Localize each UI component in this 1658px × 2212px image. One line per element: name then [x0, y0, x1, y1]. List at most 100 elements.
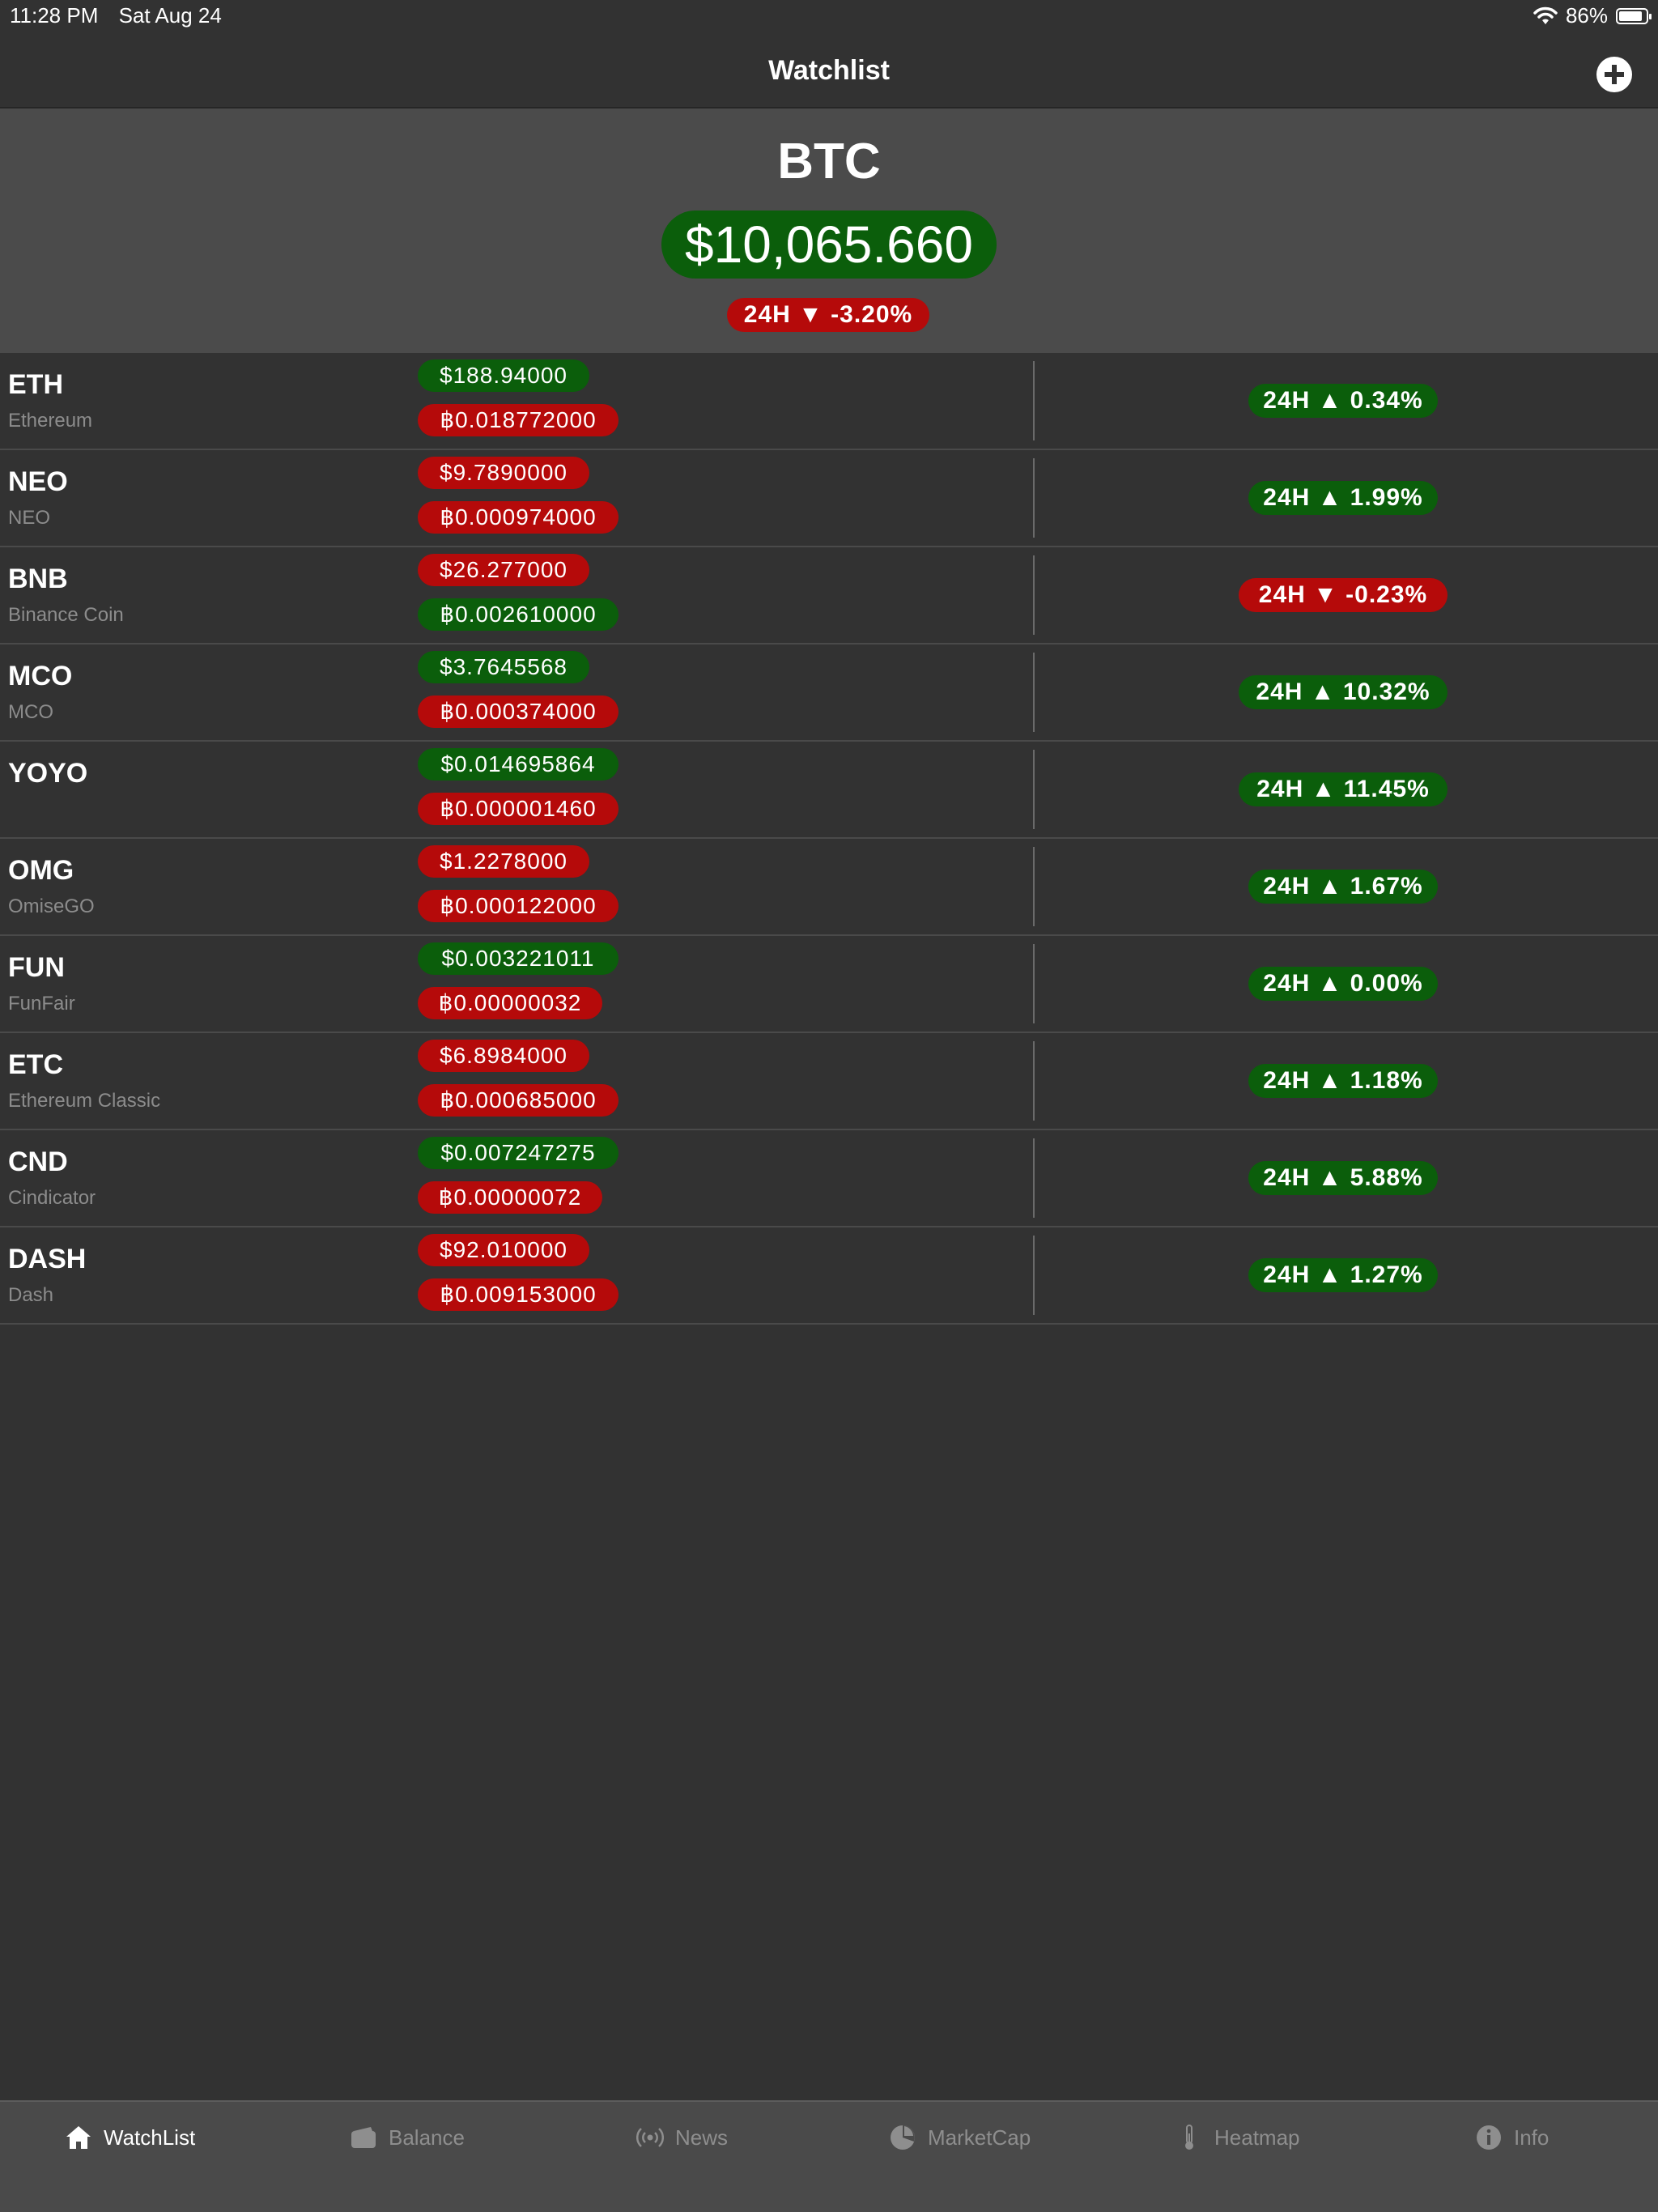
coin-row-neo[interactable]: NEO NEO $9.7890000 ฿0.000974000 24H ▲ 1.… [0, 450, 1658, 547]
usd-price-badge: $0.007247275 [418, 1137, 619, 1169]
coin-name: FunFair [8, 993, 75, 1015]
battery-percent: 86% [1565, 3, 1608, 28]
btc-price-badge: ฿0.018772000 [418, 404, 619, 436]
coin-list: ETH Ethereum $188.94000 ฿0.018772000 24H… [0, 353, 1658, 1325]
hero-change-badge: 24H ▼ -3.20% [727, 298, 929, 332]
column-divider [1033, 944, 1035, 1023]
coin-symbol: NEO [8, 466, 68, 497]
wifi-icon [1533, 6, 1558, 24]
coin-symbol: DASH [8, 1244, 87, 1274]
coin-name: Binance Coin [8, 604, 124, 626]
change-badge: 24H ▲ 0.34% [1248, 384, 1438, 418]
status-right: 86% [1533, 3, 1652, 28]
coin-row-mco[interactable]: MCO MCO $3.7645568 ฿0.000374000 24H ▲ 10… [0, 644, 1658, 742]
coin-row-fun[interactable]: FUN FunFair $0.003221011 ฿0.00000032 24H… [0, 936, 1658, 1033]
coin-name: Cindicator [8, 1187, 96, 1209]
btc-price-badge: ฿0.000001460 [418, 793, 619, 825]
change-badge: 24H ▲ 0.00% [1248, 967, 1438, 1001]
coin-symbol: OMG [8, 855, 74, 886]
btc-price-badge: ฿0.000374000 [418, 696, 619, 728]
coin-row-cnd[interactable]: CND Cindicator $0.007247275 ฿0.00000072 … [0, 1130, 1658, 1227]
nav-bar: Watchlist [0, 32, 1658, 108]
usd-price-badge: $0.003221011 [418, 942, 619, 975]
tab-news[interactable]: News [636, 2121, 728, 2154]
coin-row-yoyo[interactable]: YOYO $0.014695864 ฿0.000001460 24H ▲ 11.… [0, 742, 1658, 839]
btc-price-badge: ฿0.00000032 [418, 987, 602, 1019]
column-divider [1033, 653, 1035, 732]
tab-label: Balance [389, 2125, 465, 2150]
change-badge: 24H ▲ 11.45% [1239, 772, 1448, 806]
change-badge: 24H ▲ 1.27% [1248, 1258, 1438, 1292]
column-divider [1033, 458, 1035, 538]
usd-price-badge: $26.277000 [418, 554, 589, 586]
column-divider [1033, 847, 1035, 926]
tab-bar: WatchList Balance News MarketCap Heatmap [0, 2100, 1658, 2212]
tab-label: MarketCap [928, 2125, 1031, 2150]
change-badge: 24H ▲ 1.18% [1248, 1064, 1438, 1098]
tab-label: WatchList [104, 2125, 196, 2150]
tab-label: News [675, 2125, 729, 2150]
broadcast-icon [636, 2128, 664, 2147]
usd-price-badge: $1.2278000 [418, 845, 589, 878]
coin-row-eth[interactable]: ETH Ethereum $188.94000 ฿0.018772000 24H… [0, 353, 1658, 450]
status-left: 11:28 PM Sat Aug 24 [10, 3, 236, 28]
column-divider [1033, 750, 1035, 829]
change-badge: 24H ▲ 10.32% [1239, 675, 1448, 709]
btc-price-badge: ฿0.000974000 [418, 501, 619, 534]
pie-chart-icon [891, 2125, 915, 2150]
home-icon [66, 2126, 91, 2149]
coin-name: Ethereum [8, 410, 93, 432]
btc-price-badge: ฿0.000122000 [418, 890, 619, 922]
tab-label: Info [1514, 2125, 1550, 2150]
coin-name: OmiseGO [8, 895, 95, 917]
change-badge: 24H ▼ -0.23% [1239, 578, 1448, 612]
info-icon [1477, 2125, 1501, 2150]
column-divider [1033, 1236, 1035, 1315]
change-badge: 24H ▲ 5.88% [1248, 1161, 1438, 1195]
coin-symbol: ETC [8, 1049, 63, 1080]
plus-circle-icon[interactable] [1596, 57, 1632, 92]
coin-row-dash[interactable]: DASH Dash $92.010000 ฿0.009153000 24H ▲ … [0, 1227, 1658, 1325]
tab-label: Heatmap [1214, 2125, 1300, 2150]
coin-symbol: CND [8, 1146, 68, 1177]
btc-price-badge: ฿0.009153000 [418, 1278, 619, 1311]
usd-price-badge: $9.7890000 [418, 457, 589, 489]
btc-price-badge: ฿0.00000072 [418, 1181, 602, 1214]
tab-heatmap[interactable]: Heatmap [1175, 2121, 1300, 2154]
btc-price-badge: ฿0.000685000 [418, 1084, 619, 1117]
btc-header[interactable]: BTC $10,065.660 24H ▼ -3.20% [0, 108, 1658, 353]
thermometer-icon [1185, 2125, 1193, 2150]
hero-price-badge: $10,065.660 [661, 211, 997, 279]
wallet-icon [351, 2127, 376, 2148]
usd-price-badge: $92.010000 [418, 1234, 589, 1266]
status-time: 11:28 PM [10, 3, 99, 28]
column-divider [1033, 361, 1035, 440]
coin-name: NEO [8, 507, 51, 529]
tab-info[interactable]: Info [1475, 2121, 1549, 2154]
page-title: Watchlist [768, 55, 890, 86]
coin-row-etc[interactable]: ETC Ethereum Classic $6.8984000 ฿0.00068… [0, 1033, 1658, 1130]
coin-symbol: BNB [8, 564, 68, 594]
column-divider [1033, 555, 1035, 635]
status-date: Sat Aug 24 [118, 3, 222, 28]
status-bar: 11:28 PM Sat Aug 24 86% [0, 0, 1658, 32]
btc-price-badge: ฿0.002610000 [418, 598, 619, 631]
change-badge: 24H ▲ 1.99% [1248, 481, 1438, 515]
usd-price-badge: $0.014695864 [418, 748, 619, 781]
usd-price-badge: $3.7645568 [418, 651, 589, 683]
tab-marketcap[interactable]: MarketCap [889, 2121, 1031, 2154]
coin-symbol: YOYO [8, 758, 88, 789]
column-divider [1033, 1041, 1035, 1121]
usd-price-badge: $6.8984000 [418, 1040, 589, 1072]
battery-icon [1616, 7, 1652, 24]
coin-row-omg[interactable]: OMG OmiseGO $1.2278000 ฿0.000122000 24H … [0, 839, 1658, 936]
usd-price-badge: $188.94000 [418, 359, 589, 392]
hero-symbol: BTC [777, 134, 881, 189]
tab-watchlist[interactable]: WatchList [65, 2121, 195, 2154]
change-badge: 24H ▲ 1.67% [1248, 870, 1438, 904]
coin-name: MCO [8, 701, 53, 723]
tab-balance[interactable]: Balance [350, 2121, 465, 2154]
coin-symbol: ETH [8, 369, 63, 400]
coin-symbol: FUN [8, 952, 65, 983]
coin-row-bnb[interactable]: BNB Binance Coin $26.277000 ฿0.002610000… [0, 547, 1658, 644]
